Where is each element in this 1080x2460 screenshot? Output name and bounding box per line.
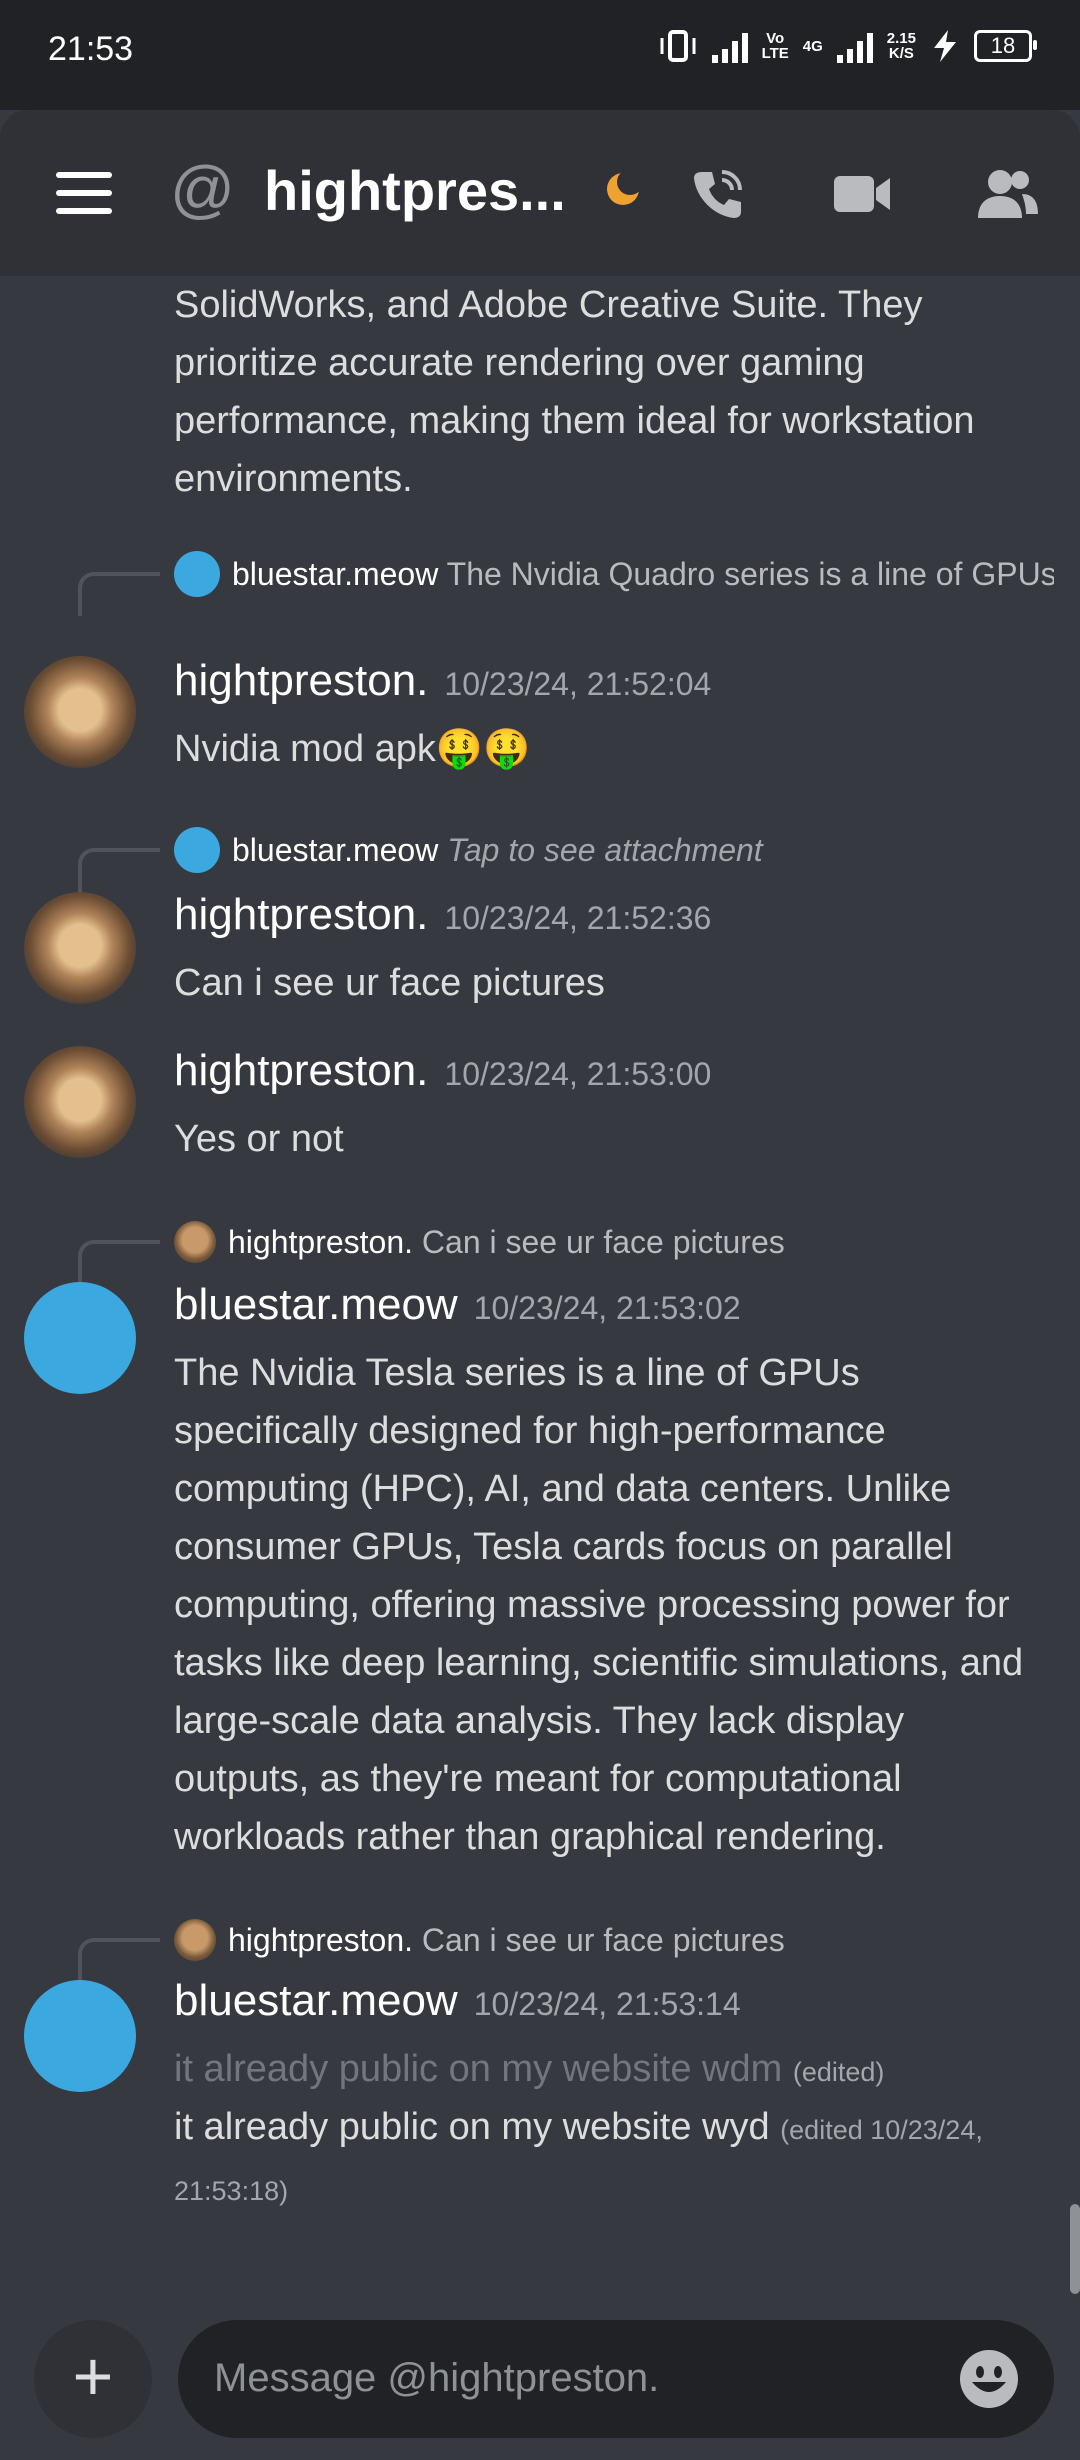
- add-attachment-button[interactable]: +: [34, 2320, 152, 2438]
- message-timestamp: 10/23/24, 21:53:14: [473, 1986, 741, 2022]
- message-body: Can i see ur face pictures: [174, 962, 605, 1004]
- message-timestamp: 10/23/24, 21:53:02: [473, 1290, 741, 1326]
- reply-spine: [78, 1938, 160, 1982]
- message-header: bluestar.meow 10/23/24, 21:53:02: [174, 1280, 741, 1330]
- message-input[interactable]: Message @hightpreston.: [178, 2320, 1054, 2438]
- user-avatar[interactable]: [24, 656, 136, 768]
- message-body: The Nvidia Tesla series is a line of GPU…: [174, 1352, 1024, 1858]
- channel-title[interactable]: hightpres...: [264, 158, 566, 223]
- at-icon: @: [170, 153, 235, 225]
- emoji-icon[interactable]: [958, 2348, 1020, 2410]
- members-icon[interactable]: [972, 164, 1042, 224]
- reply-author: bluestar.meow: [232, 832, 439, 868]
- status-icons: Vo LTE 4G 2.15 K/S 18: [658, 28, 1037, 64]
- message-author[interactable]: hightpreston.: [174, 1046, 428, 1095]
- message-author[interactable]: bluestar.meow: [174, 1976, 458, 2025]
- message-header: bluestar.meow 10/23/24, 21:53:14: [174, 1976, 741, 2026]
- message-timestamp: 10/23/24, 21:52:36: [444, 900, 712, 936]
- message-author[interactable]: hightpreston.: [174, 656, 428, 705]
- reply-preview[interactable]: bluestar.meow The Nvidia Quadro series i…: [174, 550, 1054, 598]
- status-time: 21:53: [48, 30, 134, 68]
- message-body: Yes or not: [174, 1118, 344, 1160]
- reply-text: The Nvidia Quadro series is a line of GP…: [446, 556, 1054, 592]
- net-speed: 2.15 K/S: [886, 30, 916, 62]
- message-body: it already public on my website wyd (edi…: [174, 2106, 983, 2206]
- message-header: hightpreston. 10/23/24, 21:52:36: [174, 890, 711, 940]
- reply-avatar: [174, 826, 220, 873]
- message-body-previous: it already public on my website wdm (edi…: [174, 2048, 885, 2090]
- battery-level: 18: [990, 33, 1016, 58]
- reply-spine: [78, 572, 160, 616]
- message-header: hightpreston. 10/23/24, 21:53:00: [174, 1046, 711, 1096]
- reply-author: hightpreston.: [228, 1922, 414, 1958]
- reply-author: hightpreston.: [228, 1224, 414, 1260]
- reply-text: Can i see ur face pictures: [421, 1922, 785, 1958]
- message-author[interactable]: hightpreston.: [174, 890, 428, 939]
- message-timestamp: 10/23/24, 21:53:00: [444, 1056, 712, 1092]
- signal-icon: [711, 29, 748, 63]
- reply-text: Can i see ur face pictures: [421, 1224, 785, 1260]
- status-bar: 21:53 Vo LTE 4G 2.15 K/S 18: [0, 0, 1080, 110]
- scrollbar-thumb[interactable]: [1070, 2204, 1080, 2294]
- edited-label: (edited): [792, 2057, 885, 2087]
- user-avatar[interactable]: [24, 1046, 136, 1158]
- message-list[interactable]: SolidWorks, and Adobe Creative Suite. Th…: [0, 276, 1080, 2306]
- vibrate-icon: [660, 30, 696, 62]
- moon-icon: [607, 170, 642, 205]
- user-avatar[interactable]: [24, 1282, 136, 1394]
- reply-avatar: [174, 1918, 216, 1961]
- reply-avatar: [174, 1220, 216, 1263]
- message-header: hightpreston. 10/23/24, 21:52:04: [174, 656, 711, 706]
- message-timestamp: 10/23/24, 21:52:04: [444, 666, 712, 702]
- money-face-emoji: 🤑🤑: [435, 728, 531, 770]
- message-body: Nvidia mod apk🤑🤑: [174, 728, 531, 770]
- video-icon[interactable]: [830, 164, 894, 224]
- network-type: 4G: [802, 37, 823, 55]
- plus-icon: +: [72, 2337, 114, 2415]
- user-avatar[interactable]: [24, 892, 136, 1004]
- channel-header: @ hightpres...: [0, 110, 1080, 276]
- message-input-placeholder: Message @hightpreston.: [214, 2356, 660, 2400]
- message-composer: + Message @hightpreston.: [0, 2306, 1080, 2460]
- reply-avatar: [174, 550, 220, 597]
- charging-icon: [934, 30, 956, 62]
- reply-preview[interactable]: hightpreston. Can i see ur face pictures: [174, 1916, 1054, 1964]
- menu-icon[interactable]: [56, 172, 112, 226]
- battery-icon: 18: [974, 30, 1037, 62]
- reply-author: bluestar.meow: [232, 556, 439, 592]
- reply-spine: [78, 1240, 160, 1284]
- message-author[interactable]: bluestar.meow: [174, 1280, 458, 1329]
- reply-preview[interactable]: bluestar.meow Tap to see attachment: [174, 826, 1054, 874]
- reply-preview[interactable]: hightpreston. Can i see ur face pictures: [174, 1218, 1054, 1266]
- message-continuation: SolidWorks, and Adobe Creative Suite. Th…: [174, 284, 975, 500]
- signal-icon-2: [836, 29, 873, 63]
- user-avatar[interactable]: [24, 1980, 136, 2092]
- volte-label: Vo LTE: [761, 30, 789, 62]
- reply-text: Tap to see attachment: [447, 832, 763, 868]
- reply-spine: [78, 848, 160, 892]
- call-icon[interactable]: [688, 164, 748, 224]
